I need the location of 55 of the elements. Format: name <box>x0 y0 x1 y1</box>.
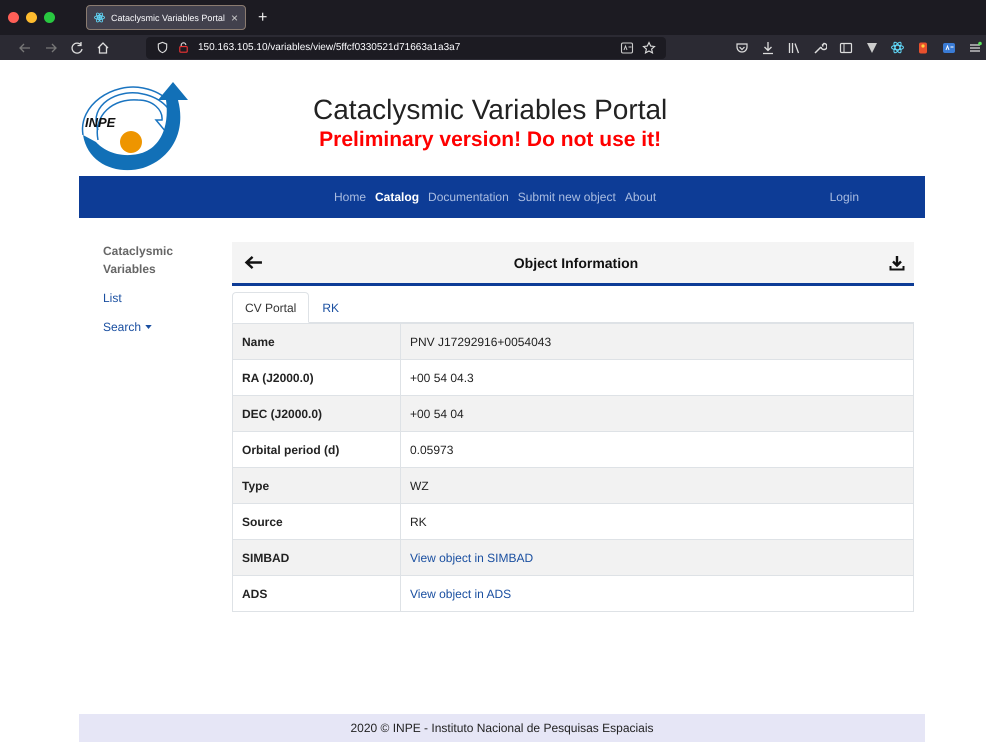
close-tab-button[interactable]: × <box>230 10 238 24</box>
back-arrow-icon[interactable] <box>244 255 263 270</box>
sidebar-icon[interactable] <box>839 40 853 54</box>
atom-icon <box>94 12 105 23</box>
menu-icon[interactable] <box>968 40 982 54</box>
shield-icon <box>156 41 169 54</box>
link[interactable]: View object in ADS <box>410 586 512 600</box>
reload-icon[interactable] <box>70 40 84 54</box>
atom-icon[interactable] <box>891 40 904 54</box>
nav-link[interactable]: Submit new object <box>518 190 616 204</box>
lock-icon <box>177 41 190 54</box>
download-icon[interactable] <box>761 40 775 54</box>
address-bar[interactable]: 150.163.105.10/variables/view/5ffcf0330521d71663a1a3a7 <box>146 36 666 58</box>
nav-link[interactable]: About <box>624 190 656 204</box>
new-tab-button[interactable]: + <box>258 8 268 26</box>
star-icon[interactable] <box>642 40 656 54</box>
field-label: DEC (J2000.0) <box>232 396 400 432</box>
tab[interactable]: CV Portal <box>232 292 310 323</box>
tab-title: Cataclysmic Variables Portal <box>111 12 225 22</box>
browser-tab[interactable]: Cataclysmic Variables Portal × <box>86 5 246 30</box>
translate-icon[interactable] <box>942 40 956 54</box>
download-icon[interactable] <box>888 254 905 270</box>
caret-icon <box>145 325 152 329</box>
translate-icon[interactable] <box>620 40 634 54</box>
field-label: Type <box>232 468 400 504</box>
zoom-window-button[interactable] <box>44 12 55 23</box>
field-value: PNV J17292916+0054043 <box>400 324 914 360</box>
url-text: 150.163.105.10/variables/view/5ffcf0330521d71663a1a3a7 <box>198 42 460 53</box>
field-label: ADS <box>232 576 400 612</box>
field-label: Name <box>232 324 400 360</box>
field-label: SIMBAD <box>232 540 400 576</box>
tab[interactable]: RK <box>309 292 352 323</box>
footer: 2020 © INPE - Instituto Nacional de Pesquisas Espaciais <box>79 714 925 742</box>
close-window-button[interactable] <box>8 12 19 23</box>
forward-icon[interactable] <box>44 40 58 54</box>
minimize-window-button[interactable] <box>26 12 37 23</box>
library-icon[interactable] <box>787 40 801 54</box>
back-icon[interactable] <box>18 40 32 54</box>
pocket-icon[interactable] <box>735 40 749 54</box>
nav-link[interactable]: Home <box>334 190 366 204</box>
nav-link[interactable]: Documentation <box>428 190 509 204</box>
figure-icon[interactable] <box>916 40 930 54</box>
link[interactable]: View object in SIMBAD <box>410 550 534 564</box>
sidebar-heading: Cataclysmic Variables <box>103 243 174 278</box>
field-value: WZ <box>400 468 914 504</box>
login-link[interactable]: Login <box>830 190 859 204</box>
field-value: +00 54 04 <box>400 396 914 432</box>
card-title: Object Information <box>514 254 638 270</box>
warning-text: Preliminary version! Do not use it! <box>319 127 662 153</box>
wrench-icon[interactable] <box>813 40 827 54</box>
site-title: Cataclysmic Variables Portal <box>313 94 668 126</box>
nav-link[interactable]: Catalog <box>375 190 420 204</box>
sidebar-link[interactable]: List <box>103 291 122 305</box>
dropdown-link[interactable]: Search <box>103 320 152 334</box>
home-icon[interactable] <box>96 40 110 54</box>
